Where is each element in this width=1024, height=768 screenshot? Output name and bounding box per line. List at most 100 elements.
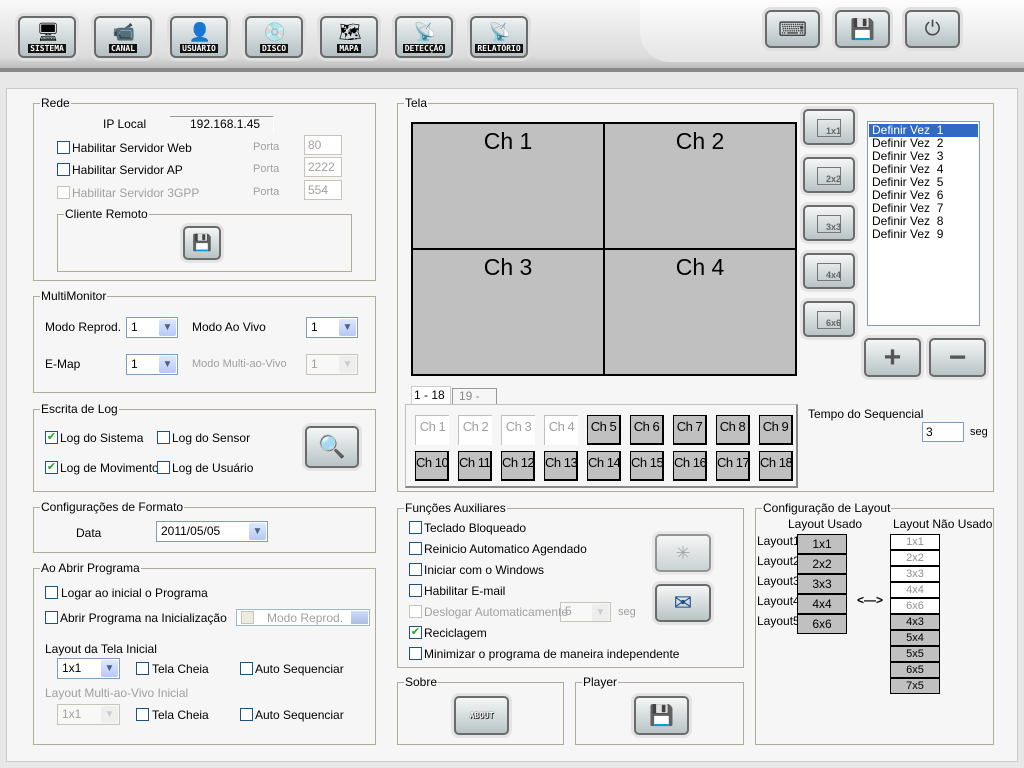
server-checkbox[interactable]	[57, 141, 70, 154]
toolbar-button-mapa[interactable]: 🗺 MAPA	[320, 16, 378, 58]
layout-unused-item[interactable]: 5x4	[890, 630, 940, 646]
channel-button[interactable]: Ch 16	[673, 451, 707, 481]
layout-used-item[interactable]: 3x3	[797, 574, 847, 594]
schedule-button[interactable]: ✳	[655, 534, 711, 572]
modo-reprod-select[interactable]: 1 ▼	[126, 317, 178, 338]
channel-button[interactable]: Ch 15	[630, 451, 664, 481]
layout-unused-item[interactable]: 5x5	[890, 646, 940, 662]
spinner-arrows[interactable]	[351, 611, 368, 624]
layout-used-item[interactable]: 4x4	[797, 594, 847, 614]
funcao-checkbox[interactable]	[409, 542, 422, 555]
user-icon: 👤	[188, 22, 212, 42]
about-button[interactable]: ABOUT	[454, 696, 509, 735]
channel-button[interactable]: Ch 2	[458, 415, 492, 445]
tab-1-18[interactable]: 1 - 18	[411, 386, 451, 404]
layout-unused-item[interactable]: 6x6	[890, 598, 940, 614]
channel-button[interactable]: Ch 18	[759, 451, 793, 481]
channel-button[interactable]: Ch 17	[716, 451, 750, 481]
layout-used-item[interactable]: 1x1	[797, 534, 847, 554]
toolbar-button-relatório[interactable]: 📡 RELATÓRIO	[470, 16, 528, 58]
date-format-select[interactable]: 2011/05/05 ▼	[156, 521, 268, 542]
email-button[interactable]: ✉	[655, 584, 711, 622]
layout-unused-item[interactable]: 4x3	[890, 614, 940, 630]
log-checkbox[interactable]	[157, 461, 170, 474]
video-cell[interactable]: Ch 3	[411, 248, 605, 376]
layout-unused-item[interactable]: 2x2	[890, 550, 940, 566]
server-checkbox[interactable]	[57, 163, 70, 176]
video-cell[interactable]: Ch 2	[603, 122, 797, 250]
layout-4x4-button[interactable]: 4x4	[803, 253, 855, 289]
channel-button[interactable]: Ch 8	[716, 415, 750, 445]
funcao-checkbox[interactable]	[409, 584, 422, 597]
tela-cheia-checkbox[interactable]	[136, 662, 149, 675]
video-cell[interactable]: Ch 4	[603, 248, 797, 376]
funcao-checkbox[interactable]: ✔	[409, 626, 422, 639]
chevron-down-icon: ▼	[101, 706, 118, 723]
layout-inicial-select[interactable]: 1x1 ▼	[57, 658, 120, 679]
tempo-input[interactable]: 3	[922, 422, 964, 442]
layout-6x6-button[interactable]: 6x6	[803, 301, 855, 337]
log-checkbox[interactable]: ✔	[45, 461, 58, 474]
funcao-checkbox[interactable]	[409, 563, 422, 576]
channel-button[interactable]: Ch 6	[630, 415, 664, 445]
sequence-list-item[interactable]: Definir Vez 9	[869, 228, 978, 241]
toolbar-button-canal[interactable]: 📹 CANAL	[94, 16, 152, 58]
emap-select[interactable]: 1 ▼	[126, 354, 178, 375]
tela-cheia-multi-checkbox[interactable]	[136, 708, 149, 721]
porta-input[interactable]: 80	[304, 135, 342, 155]
channel-button[interactable]: Ch 14	[587, 451, 621, 481]
channel-button[interactable]: Ch 7	[673, 415, 707, 445]
toolbar-button-sistema[interactable]: 🖥 SISTEMA	[18, 16, 76, 58]
funcao-checkbox[interactable]	[409, 647, 422, 660]
layout-multi-select[interactable]: 1x1 ▼	[57, 704, 120, 725]
toolbar-button-detecção[interactable]: 📡 DETECÇÃO	[395, 16, 453, 58]
channel-button[interactable]: Ch 12	[501, 451, 535, 481]
porta-input[interactable]: 2222	[304, 157, 342, 177]
auto-sequenciar-multi-checkbox[interactable]	[240, 708, 253, 721]
sequence-list[interactable]: Definir Vez 1 Definir Vez 2 Definir Vez 3D…	[867, 121, 980, 326]
channel-button[interactable]: Ch 11	[458, 451, 492, 481]
auto-sequenciar-checkbox[interactable]	[240, 662, 253, 675]
channel-button[interactable]: Ch 13	[544, 451, 578, 481]
add-button[interactable]: +	[864, 338, 921, 377]
modo-ao-vivo-select[interactable]: 1 ▼	[306, 317, 358, 338]
video-cell[interactable]: Ch 1	[411, 122, 605, 250]
modo-reprod-spinner[interactable]: Modo Reprod.	[236, 609, 370, 626]
channel-button[interactable]: Ch 4	[544, 415, 578, 445]
log-checkbox[interactable]: ✔	[45, 431, 58, 444]
funcao-checkbox[interactable]	[409, 521, 422, 534]
log-checkbox[interactable]	[157, 431, 170, 444]
channel-button[interactable]: Ch 9	[759, 415, 793, 445]
porta-input[interactable]: 554	[304, 180, 342, 200]
modo-multi-select[interactable]: 1 ▼	[306, 354, 358, 375]
channel-button[interactable]: Ch 10	[415, 451, 449, 481]
tab-19-36[interactable]: 19 - 36	[452, 388, 497, 417]
layout-used-item[interactable]: 6x6	[797, 614, 847, 634]
remote-client-save-button[interactable]: 💾	[183, 226, 221, 260]
layout-1x1-button[interactable]: 1x1	[803, 109, 855, 145]
toolbar-button-disco[interactable]: 💿 DISCO	[245, 16, 303, 58]
layout-3x3-button[interactable]: 3x3	[803, 205, 855, 241]
view-log-button[interactable]: 🔍	[305, 426, 359, 468]
ip-local-value: 192.168.1.45	[170, 116, 274, 133]
channel-button[interactable]: Ch 5	[587, 415, 621, 445]
layout-unused-item[interactable]: 4x4	[890, 582, 940, 598]
save-button[interactable]: 💾	[835, 10, 890, 48]
remove-button[interactable]: −	[929, 338, 986, 377]
logar-checkbox[interactable]	[45, 586, 58, 599]
layout-unused-item[interactable]: 1x1	[890, 534, 940, 550]
layout-unused-item[interactable]: 3x3	[890, 566, 940, 582]
keyboard-button[interactable]: ⌨	[765, 10, 820, 48]
funcao-checkbox[interactable]	[409, 605, 422, 618]
layout-used-item[interactable]: 2x2	[797, 554, 847, 574]
toolbar-button-usuário[interactable]: 👤 USUÁRIO	[170, 16, 228, 58]
channel-button[interactable]: Ch 1	[415, 415, 449, 445]
layout-unused-item[interactable]: 6x5	[890, 662, 940, 678]
layout-2x2-button[interactable]: 2x2	[803, 157, 855, 193]
abrir-inicializacao-checkbox[interactable]	[45, 611, 58, 624]
channel-button[interactable]: Ch 3	[501, 415, 535, 445]
server-checkbox[interactable]	[57, 186, 70, 199]
layout-unused-item[interactable]: 7x5	[890, 678, 940, 694]
power-button[interactable]: ⏻	[905, 10, 960, 48]
player-save-button[interactable]: 💾	[634, 696, 689, 735]
